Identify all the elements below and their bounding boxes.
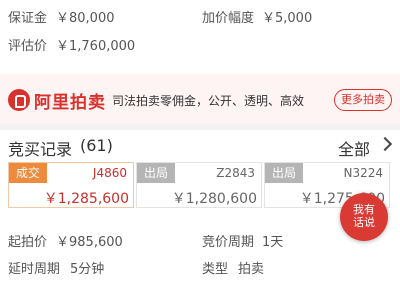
section-divider — [0, 124, 400, 130]
deposit-label: 保证金 — [8, 11, 48, 26]
bid-status-badge: 成交 — [9, 163, 48, 183]
brand-slogan: 司法拍卖零佣金，公开、透明、高效 — [112, 94, 305, 108]
bidder-id: J4860 — [92, 166, 127, 180]
start-price-label: 起拍价 — [8, 235, 48, 250]
chat-button[interactable]: 我有 话说 — [340, 193, 388, 241]
bid-price: ￥1,285,600 — [43, 191, 129, 207]
increment-value: ￥5,000 — [262, 11, 313, 26]
increment-label: 加价幅度 — [202, 11, 255, 26]
bidder-id: Z2843 — [216, 166, 255, 180]
delay-period-value: 5分钟 — [70, 262, 105, 277]
valuation-value: ￥1,760,000 — [56, 39, 136, 54]
bid-records-title: 竞买记录 — [8, 140, 73, 159]
view-all-link[interactable]: 全部 — [338, 136, 370, 160]
bid-status-badge: 出局 — [137, 163, 176, 183]
chat-label-line1: 我有 — [353, 203, 375, 216]
type-value: 拍卖 — [238, 262, 265, 277]
bid-price: ￥1,280,600 — [171, 191, 257, 207]
chevron-right-icon[interactable] — [377, 136, 393, 152]
type-label: 类型 — [202, 262, 229, 277]
bid-record-card[interactable]: 出局 Z2843 ￥1,280,600 — [136, 162, 262, 208]
brand-name: 阿里拍卖 — [34, 93, 106, 113]
chat-label-line2: 话说 — [353, 216, 375, 229]
bidder-id: N3224 — [343, 166, 383, 180]
bid-records-count: (61) — [80, 136, 113, 155]
auction-cycle-value: 1天 — [262, 235, 284, 250]
ali-auction-logo-icon — [8, 89, 30, 111]
valuation-label: 评估价 — [8, 39, 48, 54]
bid-record-card[interactable]: 成交 J4860 ￥1,285,600 — [8, 162, 134, 208]
more-auctions-button[interactable]: 更多拍卖 — [334, 89, 392, 111]
bid-status-badge: 出局 — [265, 163, 304, 183]
deposit-value: ￥80,000 — [56, 11, 115, 26]
start-price-value: ￥985,600 — [56, 235, 123, 250]
auction-cycle-label: 竞价周期 — [202, 235, 255, 250]
delay-period-label: 延时周期 — [8, 262, 61, 277]
